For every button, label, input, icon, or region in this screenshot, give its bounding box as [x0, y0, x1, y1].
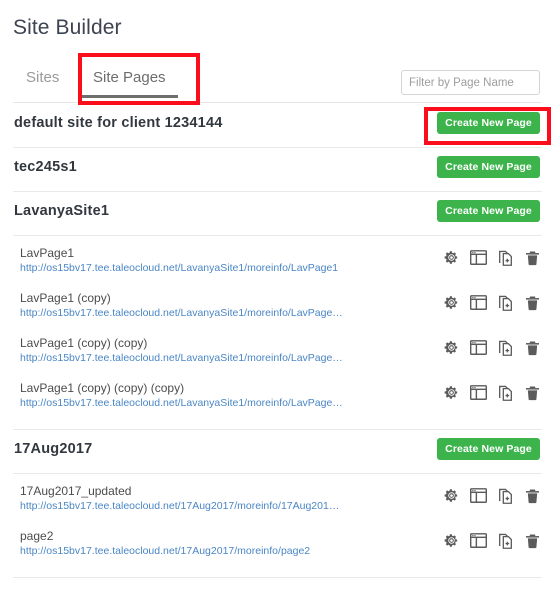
row-actions	[442, 531, 541, 550]
tab-sites[interactable]: Sites	[24, 69, 61, 98]
page-row: LavPage1 (copy) (copy) http://os15bv17.te…	[0, 331, 555, 376]
page-name: LavPage1 (copy) (copy) (copy)	[20, 381, 185, 395]
copy-page-icon[interactable]	[496, 383, 514, 402]
page-url-link[interactable]: http://os15bv17.tee.taleocloud.net/Lavan…	[20, 307, 343, 319]
copy-page-icon[interactable]	[496, 293, 514, 312]
trash-icon[interactable]	[523, 383, 541, 402]
gear-icon[interactable]	[442, 383, 460, 402]
browser-window-icon[interactable]	[469, 531, 487, 550]
site-name: LavanyaSite1	[14, 203, 110, 219]
browser-window-icon[interactable]	[469, 248, 487, 267]
page-rows: 17Aug2017_updated http://os15bv17.tee.tal…	[0, 474, 555, 569]
copy-page-icon[interactable]	[496, 248, 514, 267]
copy-page-icon[interactable]	[496, 338, 514, 357]
page-row: LavPage1 (copy) (copy) (copy) http://os15…	[0, 376, 555, 421]
page-url-link[interactable]: http://os15bv17.tee.taleocloud.net/Lavan…	[20, 352, 343, 364]
create-new-page-button-1[interactable]: Create New Page	[437, 156, 540, 178]
browser-window-icon[interactable]	[469, 338, 487, 357]
copy-page-icon[interactable]	[496, 531, 514, 550]
active-tab-underline	[81, 95, 178, 98]
site-header: LavanyaSite1 Create New Page	[0, 192, 555, 235]
page-row: page2 http://os15bv17.tee.taleocloud.net/…	[0, 524, 555, 569]
row-actions	[442, 248, 541, 267]
tabbar-divider	[13, 102, 542, 103]
page-name: 17Aug2017_updated	[20, 484, 132, 498]
page-row: LavPage1 http://os15bv17.tee.taleocloud.n…	[0, 241, 555, 286]
create-new-page-button-0[interactable]: Create New Page	[437, 112, 540, 134]
page-url-link[interactable]: http://os15bv17.tee.taleocloud.net/17Aug…	[20, 545, 310, 557]
site-name: tec245s1	[14, 159, 77, 175]
site-name: default site for client 1234144	[14, 115, 223, 131]
tab-sites-label: Sites	[26, 69, 60, 86]
filter-by-page-name-input[interactable]	[401, 70, 540, 95]
row-actions	[442, 383, 541, 402]
site-name: 17Aug2017	[14, 441, 93, 457]
page-rows: LavPage1 http://os15bv17.tee.taleocloud.n…	[0, 236, 555, 421]
tab-site-pages-label: Site Pages	[93, 69, 166, 86]
page-row: 17Aug2017_updated http://os15bv17.tee.tal…	[0, 479, 555, 524]
create-new-page-button-2[interactable]: Create New Page	[437, 200, 540, 222]
browser-window-icon[interactable]	[469, 383, 487, 402]
trash-icon[interactable]	[523, 248, 541, 267]
gear-icon[interactable]	[442, 248, 460, 267]
gear-icon[interactable]	[442, 293, 460, 312]
page-url-link[interactable]: http://os15bv17.tee.taleocloud.net/Lavan…	[20, 262, 338, 274]
site-header: 17Aug2017 Create New Page	[0, 430, 555, 473]
site-block: tec245s1 Create New Page	[0, 148, 555, 192]
browser-window-icon[interactable]	[469, 293, 487, 312]
site-header: default site for client 1234144 Create Ne…	[0, 104, 555, 147]
trash-icon[interactable]	[523, 293, 541, 312]
sites-list: default site for client 1234144 Create Ne…	[0, 104, 555, 578]
section-divider	[13, 577, 542, 578]
gear-icon[interactable]	[442, 338, 460, 357]
site-block: default site for client 1234144 Create Ne…	[0, 104, 555, 148]
page-url-link[interactable]: http://os15bv17.tee.taleocloud.net/17Aug…	[20, 500, 339, 512]
page-name: LavPage1 (copy)	[20, 291, 111, 305]
browser-window-icon[interactable]	[469, 486, 487, 505]
gear-icon[interactable]	[442, 531, 460, 550]
site-block: 17Aug2017 Create New Page 17Aug2017_update…	[0, 430, 555, 578]
tab-site-pages[interactable]: Site Pages	[81, 69, 178, 98]
page-name: LavPage1	[20, 246, 75, 260]
page-row: LavPage1 (copy) http://os15bv17.tee.taleo…	[0, 286, 555, 331]
page-url-link[interactable]: http://os15bv17.tee.taleocloud.net/Lavan…	[20, 397, 343, 409]
page-name: LavPage1 (copy) (copy)	[20, 336, 148, 350]
gear-icon[interactable]	[442, 486, 460, 505]
copy-page-icon[interactable]	[496, 486, 514, 505]
row-actions	[442, 293, 541, 312]
trash-icon[interactable]	[523, 338, 541, 357]
row-actions	[442, 338, 541, 357]
create-new-page-button-3[interactable]: Create New Page	[437, 438, 540, 460]
trash-icon[interactable]	[523, 486, 541, 505]
page-name: page2	[20, 529, 54, 543]
site-block: LavanyaSite1 Create New Page LavPage1 http:…	[0, 192, 555, 430]
page-title: Site Builder	[13, 16, 122, 39]
site-header: tec245s1 Create New Page	[0, 148, 555, 191]
site-builder-page: Site Builder Sites Site Pages default si…	[0, 0, 555, 610]
row-actions	[442, 486, 541, 505]
trash-icon[interactable]	[523, 531, 541, 550]
